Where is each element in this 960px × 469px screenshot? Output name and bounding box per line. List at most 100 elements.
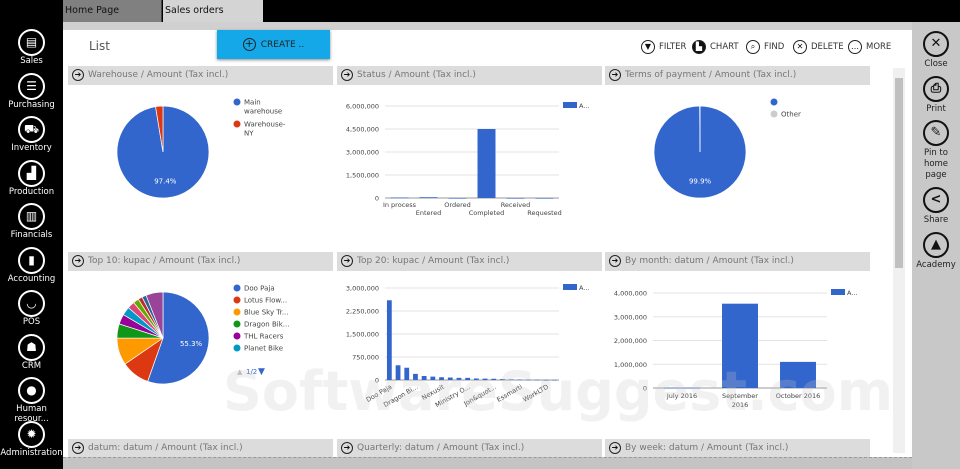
bar[interactable] xyxy=(482,378,488,380)
delete-button[interactable]: ✕ DELETE xyxy=(793,40,844,54)
chart-card: ➔ datum: datum / Amount (Tax incl.) xyxy=(68,439,333,458)
chart-button[interactable]: ▙ CHART xyxy=(692,40,739,54)
chart-svg: 0 1,500,000 3,000,000 4,500,000 6,000,000 In … xyxy=(346,102,590,217)
tab-home-page[interactable]: Home Page xyxy=(63,0,162,22)
bar[interactable] xyxy=(430,376,436,380)
chart-header[interactable]: ➔ Top 10: kupac / Amount (Tax incl.) xyxy=(68,252,333,271)
arrow-right-icon[interactable]: ➔ xyxy=(341,69,353,81)
arrow-right-icon[interactable]: ➔ xyxy=(609,255,621,267)
action-sidebar: ✕ Close ⎙ Print ✎ Pin to home page < Share ▲ Acad… xyxy=(912,22,960,469)
bar[interactable] xyxy=(780,361,816,388)
bar[interactable] xyxy=(506,198,525,199)
chart-header[interactable]: ➔ datum: datum / Amount (Tax incl.) xyxy=(68,439,333,458)
filter-button[interactable]: ▼ FILTER xyxy=(641,40,686,54)
bar[interactable] xyxy=(439,377,444,380)
sidebar-item-label: Purchasing xyxy=(8,99,55,110)
bar[interactable] xyxy=(517,379,523,381)
action-label: Pin to home page xyxy=(923,148,949,180)
bar[interactable] xyxy=(473,378,479,380)
legend-label: Lotus Flow... xyxy=(244,297,287,305)
chart-header[interactable]: ➔ Terms of payment / Amount (Tax incl.) xyxy=(605,66,870,85)
y-tick-label: 3,000,000 xyxy=(346,149,379,157)
chart-header[interactable]: ➔ By week: datum / Amount (Tax incl.) xyxy=(605,439,870,458)
legend-label: THL Racers xyxy=(243,333,284,341)
bar[interactable] xyxy=(447,377,453,380)
sidebar-item-accounting[interactable]: ▮ Accounting xyxy=(0,246,63,284)
bar[interactable] xyxy=(390,197,409,199)
page-title: List xyxy=(89,39,110,53)
bar[interactable] xyxy=(543,379,549,381)
bar[interactable] xyxy=(500,379,505,380)
arrow-right-icon[interactable]: ➔ xyxy=(609,69,621,81)
pager-up-icon[interactable]: ▲ xyxy=(237,368,243,376)
legend-label: Dragon Bik... xyxy=(244,321,289,329)
legend-marker xyxy=(233,344,241,352)
bar[interactable] xyxy=(526,379,531,381)
sidebar-item-production[interactable]: ▟ Production xyxy=(0,159,63,197)
arrow-right-icon[interactable]: ➔ xyxy=(72,442,84,454)
sidebar-item-pos[interactable]: ◡ POS xyxy=(0,290,63,327)
share-icon: < xyxy=(923,187,949,213)
bar[interactable] xyxy=(421,376,427,380)
bar[interactable] xyxy=(535,198,554,199)
more-button[interactable]: … MORE xyxy=(848,40,891,54)
sidebar-item-purchasing[interactable]: ☰ Purchasing xyxy=(0,72,63,110)
bar[interactable] xyxy=(508,379,514,380)
bar[interactable] xyxy=(448,198,467,199)
bar[interactable] xyxy=(404,367,410,380)
sidebar-item-label: POS xyxy=(22,317,41,327)
bar[interactable] xyxy=(491,378,497,380)
chart-title: datum: datum / Amount (Tax incl.) xyxy=(88,443,243,453)
arrow-right-icon[interactable]: ➔ xyxy=(609,442,621,454)
chart-label: CHART xyxy=(710,42,739,52)
chart-card: ➔ By week: datum / Amount (Tax incl.) xyxy=(605,439,870,458)
chart-title: By month: datum / Amount (Tax incl.) xyxy=(625,256,794,266)
sidebar-item-inventory[interactable]: ⛟ Inventory xyxy=(0,116,63,153)
scrollbar-thumb[interactable] xyxy=(895,78,903,268)
share-button[interactable]: < Share xyxy=(912,187,960,226)
pin-to-home-page-button[interactable]: ✎ Pin to home page xyxy=(912,120,960,181)
chart-header[interactable]: ➔ By month: datum / Amount (Tax incl.) xyxy=(605,252,870,271)
sidebar-item-administration[interactable]: ✹ Administration xyxy=(0,420,63,458)
x-tick-label: Completed xyxy=(469,209,504,217)
chart-header[interactable]: ➔ Warehouse / Amount (Tax incl.) xyxy=(68,66,333,85)
chart-header[interactable]: ➔ Top 20: kupac / Amount (Tax incl.) xyxy=(337,252,602,271)
sidebar-item-human-resour[interactable]: ● Human resour... xyxy=(0,377,63,424)
bar[interactable] xyxy=(419,197,438,198)
pager-down-icon[interactable]: ▼ xyxy=(258,367,265,377)
bar[interactable] xyxy=(456,377,462,380)
bar[interactable] xyxy=(664,387,700,389)
bar[interactable] xyxy=(552,379,558,381)
delete-icon: ✕ xyxy=(793,40,807,54)
gear-icon: ✹ xyxy=(18,420,45,448)
sidebar-item-financials[interactable]: ▥ Financials xyxy=(0,203,63,240)
bar[interactable] xyxy=(477,129,496,198)
chart-header[interactable]: ➔ Status / Amount (Tax incl.) xyxy=(337,66,602,85)
print-icon: ⎙ xyxy=(923,76,949,102)
sidebar-item-sales[interactable]: ▤ Sales xyxy=(0,29,63,66)
people-icon: ☗ xyxy=(18,333,45,361)
academy-button[interactable]: ▲ Academy xyxy=(912,232,960,271)
bar[interactable] xyxy=(465,377,471,380)
arrow-right-icon[interactable]: ➔ xyxy=(72,255,84,267)
bar[interactable] xyxy=(395,365,401,380)
arrow-right-icon[interactable]: ➔ xyxy=(341,442,353,454)
print-button[interactable]: ⎙ Print xyxy=(912,76,960,115)
bar[interactable] xyxy=(386,300,392,380)
find-button[interactable]: ⌕ FIND xyxy=(746,40,784,54)
sidebar-item-label: CRM xyxy=(21,360,42,371)
arrow-right-icon[interactable]: ➔ xyxy=(72,69,84,81)
chart-header[interactable]: ➔ Quarterly: datum / Amount (Tax incl.) xyxy=(337,439,602,458)
action-label: Close xyxy=(924,59,948,69)
create-button[interactable]: + CREATE .. xyxy=(217,30,330,59)
bar[interactable] xyxy=(413,373,418,380)
bar[interactable] xyxy=(722,303,758,388)
y-tick-label: 2,250,000 xyxy=(346,308,379,316)
vertical-scrollbar[interactable] xyxy=(893,68,905,453)
arrow-right-icon[interactable]: ➔ xyxy=(341,255,353,267)
close-button[interactable]: ✕ Close xyxy=(912,31,960,70)
bar[interactable] xyxy=(534,379,540,381)
pin-icon: ✎ xyxy=(923,120,949,146)
tab-sales-orders[interactable]: Sales orders xyxy=(163,0,263,22)
sidebar-item-crm[interactable]: ☗ CRM xyxy=(0,333,63,371)
